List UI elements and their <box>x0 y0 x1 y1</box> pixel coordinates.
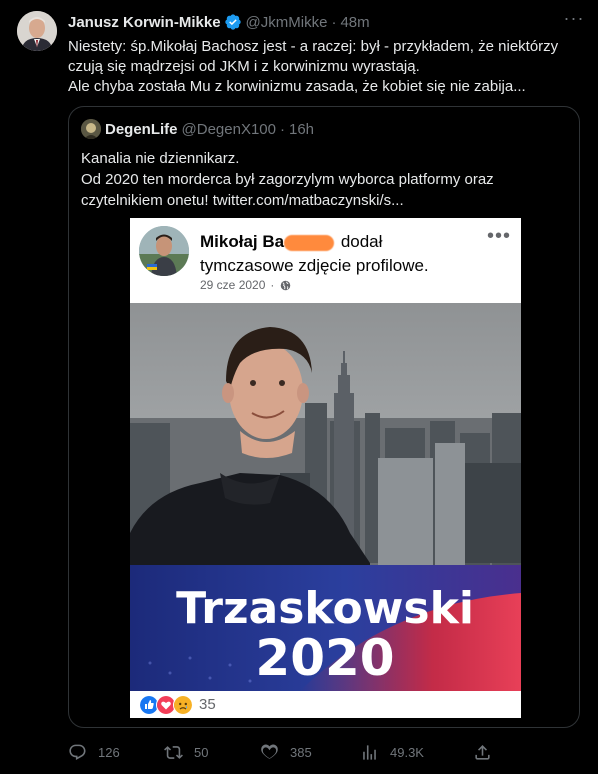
quoted-text-line[interactable]: czytelnikiem onetu! twitter.com/matbaczy… <box>81 190 561 211</box>
reply-button[interactable]: 126 <box>68 743 120 762</box>
author-avatar[interactable] <box>17 11 57 51</box>
reply-count: 126 <box>98 744 120 760</box>
share-icon <box>475 744 490 760</box>
tweet-header: Janusz Korwin-Mikke @JkmMikke · 48m <box>68 12 578 32</box>
like-count: 385 <box>290 744 312 760</box>
facebook-more-icon: ••• <box>486 225 511 247</box>
tweet-text-line: Niestety: śp.Mikołaj Bachosz jest - a ra… <box>68 38 559 55</box>
tweet[interactable]: Janusz Korwin-Mikke @JkmMikke · 48m ··· … <box>0 0 598 774</box>
verified-badge-icon <box>224 14 241 30</box>
quoted-tweet-header: DegenLife @DegenX100 · 16h <box>81 119 314 139</box>
heart-icon <box>261 743 278 759</box>
facebook-action-text: dodał <box>336 232 383 251</box>
banner-year: 2020 <box>255 629 394 687</box>
views-icon <box>363 744 376 760</box>
retweet-button[interactable]: 50 <box>164 743 208 762</box>
share-button[interactable] <box>473 743 503 762</box>
facebook-post-date: 29 cze 2020 <box>200 278 266 292</box>
retweet-count: 50 <box>194 744 209 760</box>
separator: · <box>279 120 285 138</box>
author-name[interactable]: Janusz Korwin-Mikke <box>68 14 221 31</box>
views-count: 49.3K <box>390 744 424 760</box>
facebook-post-meta: 29 cze 2020 · <box>200 278 291 292</box>
like-button[interactable]: 385 <box>260 743 312 762</box>
more-options-icon[interactable]: ··· <box>562 9 586 32</box>
facebook-post-title: Mikołaj Ba dodał <box>200 232 382 252</box>
redaction-mark <box>284 234 335 251</box>
tweet-text-line: czują się mądrzejsi od JKM i z korwinizm… <box>68 58 420 75</box>
author-handle[interactable]: @JkmMikke <box>246 14 328 31</box>
tweet-text: Niestety: śp.Mikołaj Bachosz jest - a ra… <box>68 37 578 97</box>
separator: · <box>331 13 337 31</box>
globe-icon <box>281 280 291 290</box>
timestamp[interactable]: 48m <box>340 14 369 31</box>
profile-photo: Trzaskowski 2020 <box>130 303 521 691</box>
facebook-reactions: 35 <box>130 691 521 718</box>
quoted-tweet-text: Kanalia nie dziennikarz. Od 2020 ten mor… <box>81 148 561 211</box>
quoted-text-line: Kanalia nie dziennikarz. <box>81 150 240 167</box>
facebook-post-subtitle: tymczasowe zdjęcie profilowe. <box>200 256 429 275</box>
banner-title: Trzaskowski <box>176 583 474 634</box>
quoted-author-avatar[interactable] <box>81 119 101 139</box>
facebook-post-header: Mikołaj Ba dodał tymczasowe zdjęcie prof… <box>130 218 521 303</box>
facebook-user-name: Mikołaj Ba <box>200 232 285 251</box>
quoted-author-handle[interactable]: @DegenX100 <box>182 121 276 138</box>
quoted-author-name[interactable]: DegenLife <box>105 121 178 138</box>
sad-reaction-icon <box>173 694 193 715</box>
separator: · <box>270 278 275 292</box>
quoted-tweet-image[interactable]: Mikołaj Ba dodał tymczasowe zdjęcie prof… <box>130 218 521 718</box>
quoted-tweet[interactable]: DegenLife @DegenX100 · 16h Kanalia nie d… <box>68 106 580 728</box>
facebook-profile-avatar <box>139 226 189 276</box>
quoted-timestamp: 16h <box>288 120 315 138</box>
views-button[interactable]: 49.3K <box>360 743 424 762</box>
quoted-text-line: Od 2020 ten morderca był zagorzylym wybo… <box>81 171 494 188</box>
tweet-text-line: Ale chyba została Mu z korwinizmu zasada… <box>68 78 526 95</box>
reply-icon <box>69 744 86 760</box>
tweet-actions: 126 50 385 49.3K <box>68 740 508 764</box>
retweet-icon <box>164 745 183 759</box>
reaction-count: 35 <box>199 696 216 713</box>
